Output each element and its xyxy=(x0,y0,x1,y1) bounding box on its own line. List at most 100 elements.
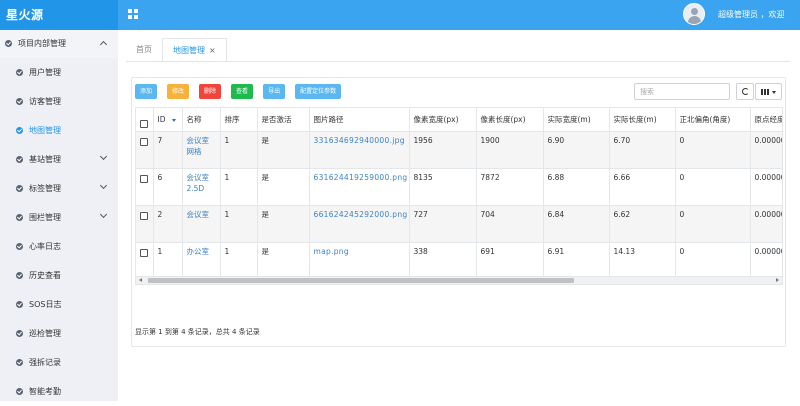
sidebar-item-label: 基站管理 xyxy=(29,155,61,164)
select-all-checkbox[interactable] xyxy=(140,119,148,128)
column-header-label: 排序 xyxy=(224,115,240,124)
avatar[interactable] xyxy=(683,3,705,25)
check-circle-icon xyxy=(16,359,23,366)
column-header[interactable]: ID xyxy=(153,108,183,132)
table-cell[interactable]: 会议室网格 xyxy=(182,131,221,169)
tab-label: 地图管理 xyxy=(173,46,205,55)
columns-toggle-button[interactable] xyxy=(755,83,782,100)
table-cell: 是 xyxy=(257,242,310,276)
toolbar-button[interactable]: 删除 xyxy=(199,84,222,99)
row-select-cell xyxy=(136,131,154,169)
table-cell: 7872 xyxy=(476,168,544,206)
table-cell: 6.62 xyxy=(609,205,676,243)
scrollbar-thumb[interactable] xyxy=(148,278,574,283)
row-checkbox[interactable] xyxy=(140,212,148,220)
table-cell[interactable]: 331634692940000.jpg xyxy=(309,131,410,169)
table-cell: 是 xyxy=(257,131,310,169)
sidebar-item[interactable]: 巡检管理 xyxy=(0,319,118,348)
table-cell: 6.66 xyxy=(609,168,676,206)
check-circle-icon xyxy=(16,243,23,250)
sidebar-item[interactable]: 基站管理 xyxy=(0,145,118,174)
table-cell[interactable]: 办公室 xyxy=(182,242,221,276)
table-row[interactable]: 1办公室1是map.png3386916.9114.1300.000000 xyxy=(136,242,782,276)
row-select-cell xyxy=(136,205,154,243)
table-cell[interactable]: 会议室 xyxy=(182,205,221,243)
sort-desc-icon[interactable] xyxy=(171,118,176,122)
table-cell: 704 xyxy=(476,205,544,243)
sidebar-item[interactable]: 访客管理 xyxy=(0,87,118,116)
column-header[interactable]: 正北偏角(角度) xyxy=(675,108,751,132)
sidebar-item[interactable]: 强拆记录 xyxy=(0,348,118,377)
tab-bar: 首页 地图管理 × xyxy=(126,38,227,62)
sidebar-item[interactable]: 智能考勤 xyxy=(0,377,118,406)
horizontal-scrollbar[interactable] xyxy=(135,277,783,285)
column-header[interactable]: 实际长度(m) xyxy=(609,108,676,132)
close-icon[interactable]: × xyxy=(209,46,216,55)
table-cell[interactable]: 631624419259000.png xyxy=(309,168,410,206)
check-circle-icon xyxy=(16,214,23,221)
welcome-text[interactable]: 超级管理员 ，欢迎 xyxy=(718,0,785,30)
row-checkbox[interactable] xyxy=(140,138,148,146)
sidebar-item[interactable]: SOS日志 xyxy=(0,290,118,319)
sidebar-item[interactable]: 用户管理 xyxy=(0,58,118,87)
table-cell: 1 xyxy=(220,205,258,243)
table-cell: 1956 xyxy=(409,131,477,169)
toolbar-button[interactable]: 添加 xyxy=(135,84,158,99)
pagination-info: 显示第 1 到第 4 条记录，总共 4 条记录 xyxy=(135,328,260,336)
table-row[interactable]: 6 会议室2.5D 1 是 631624419259000.png 8135 7872 6.8… xyxy=(136,168,782,206)
sidebar-item-label: 地图管理 xyxy=(29,126,61,135)
table-cell: 1900 xyxy=(476,131,544,169)
scroll-right-icon[interactable] xyxy=(776,278,779,282)
table-cell: 6.90 xyxy=(543,131,610,169)
table-cell: 是 xyxy=(257,168,310,206)
table-cell: 是 xyxy=(257,205,310,243)
sidebar-item[interactable]: 项目内部管理 xyxy=(0,30,118,58)
sidebar-item[interactable]: 心率日志 xyxy=(0,232,118,261)
search-input[interactable] xyxy=(634,83,730,100)
table-cell: 1 xyxy=(220,131,258,169)
check-circle-icon xyxy=(16,272,23,279)
column-header[interactable]: 实际宽度(m) xyxy=(543,108,610,132)
column-header[interactable]: 是否激活 xyxy=(257,108,310,132)
table-row[interactable]: 7 会议室网格 1 是 331634692940000.jpg 1956 1900 6.90 6… xyxy=(136,131,782,169)
table-cell: 1 xyxy=(153,242,183,276)
sidebar-item[interactable]: 历史查看 xyxy=(0,261,118,290)
sidebar-item[interactable]: 标签管理 xyxy=(0,174,118,203)
table-cell[interactable]: 661624245292000.png xyxy=(309,205,410,243)
toolbar-button[interactable]: 修改 xyxy=(167,84,190,99)
column-header[interactable]: 图片路径 xyxy=(309,108,410,132)
refresh-icon xyxy=(742,88,749,95)
column-header[interactable]: 排序 xyxy=(220,108,258,132)
table-cell: 2 xyxy=(153,205,183,243)
sidebar-item[interactable]: 地图管理 xyxy=(0,116,118,145)
sidebar-item-label: 项目内部管理 xyxy=(18,39,66,48)
table-row[interactable]: 2 会议室 1 是 661624245292000.png 727 704 6.84 6.62 0… xyxy=(136,205,782,243)
row-checkbox[interactable] xyxy=(140,249,148,257)
refresh-button[interactable] xyxy=(736,83,754,100)
table-cell[interactable]: map.png xyxy=(309,242,410,276)
select-all-cell xyxy=(136,108,154,132)
column-header[interactable]: 原点经度 xyxy=(750,108,782,132)
table-cell[interactable]: 会议室2.5D xyxy=(182,168,221,206)
sidebar-item-label: 围栏管理 xyxy=(29,213,61,222)
toolbar-button[interactable]: 查看 xyxy=(231,84,254,99)
scroll-left-icon[interactable] xyxy=(139,278,142,282)
table-cell: 0.000000 xyxy=(750,242,782,276)
data-table: ID 名称 排序 是否激活 图片路径 像素宽度(px) 像素长度(px) 实际宽度(m) 实际长… xyxy=(136,108,782,276)
sidebar-item-label: 巡检管理 xyxy=(29,329,61,338)
column-header-label: 名称 xyxy=(186,115,202,124)
row-checkbox[interactable] xyxy=(140,175,148,183)
toolbar-button[interactable]: 导出 xyxy=(263,84,286,99)
main-content: 首页 地图管理 × 添加修改删除查看导出配置定位参数 ID 名称 排序 是否激活 图片路径… xyxy=(118,30,800,401)
menu-grid-icon[interactable] xyxy=(128,9,138,19)
column-header[interactable]: 像素宽度(px) xyxy=(409,108,477,132)
column-header[interactable]: 名称 xyxy=(182,108,221,132)
tab-home[interactable]: 首页 xyxy=(126,38,162,62)
column-header-label: 实际长度(m) xyxy=(613,115,657,124)
toolbar-button[interactable]: 配置定位参数 xyxy=(295,84,342,99)
column-header[interactable]: 像素长度(px) xyxy=(476,108,544,132)
table-header-row: ID 名称 排序 是否激活 图片路径 像素宽度(px) 像素长度(px) 实际宽度(m) 实际长… xyxy=(136,108,782,132)
sidebar-item[interactable]: 围栏管理 xyxy=(0,203,118,232)
tab-map-management[interactable]: 地图管理 × xyxy=(162,38,227,62)
column-header-label: 正北偏角(角度) xyxy=(679,115,731,124)
